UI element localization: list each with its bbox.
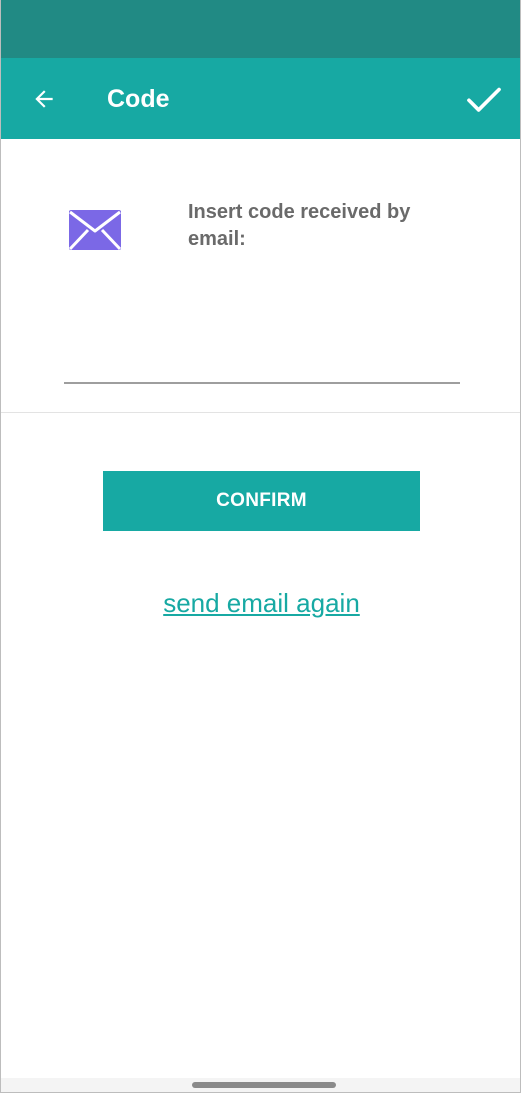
status-bar <box>1 0 520 58</box>
section-divider <box>1 412 520 413</box>
back-button[interactable] <box>25 80 63 118</box>
arrow-left-icon <box>35 90 53 108</box>
send-email-again-link[interactable]: send email again <box>1 585 521 621</box>
check-icon <box>467 87 501 112</box>
navigation-bar <box>1 1078 520 1092</box>
confirm-button[interactable]: CONFIRM <box>103 471 420 531</box>
home-indicator[interactable] <box>192 1082 336 1088</box>
app-bar: Code <box>1 58 520 139</box>
envelope-icon <box>68 210 122 251</box>
done-button[interactable] <box>463 78 505 120</box>
code-prompt-label: Insert code received by email: <box>188 201 411 250</box>
code-input[interactable] <box>64 332 460 384</box>
page-title: Code <box>107 85 170 113</box>
